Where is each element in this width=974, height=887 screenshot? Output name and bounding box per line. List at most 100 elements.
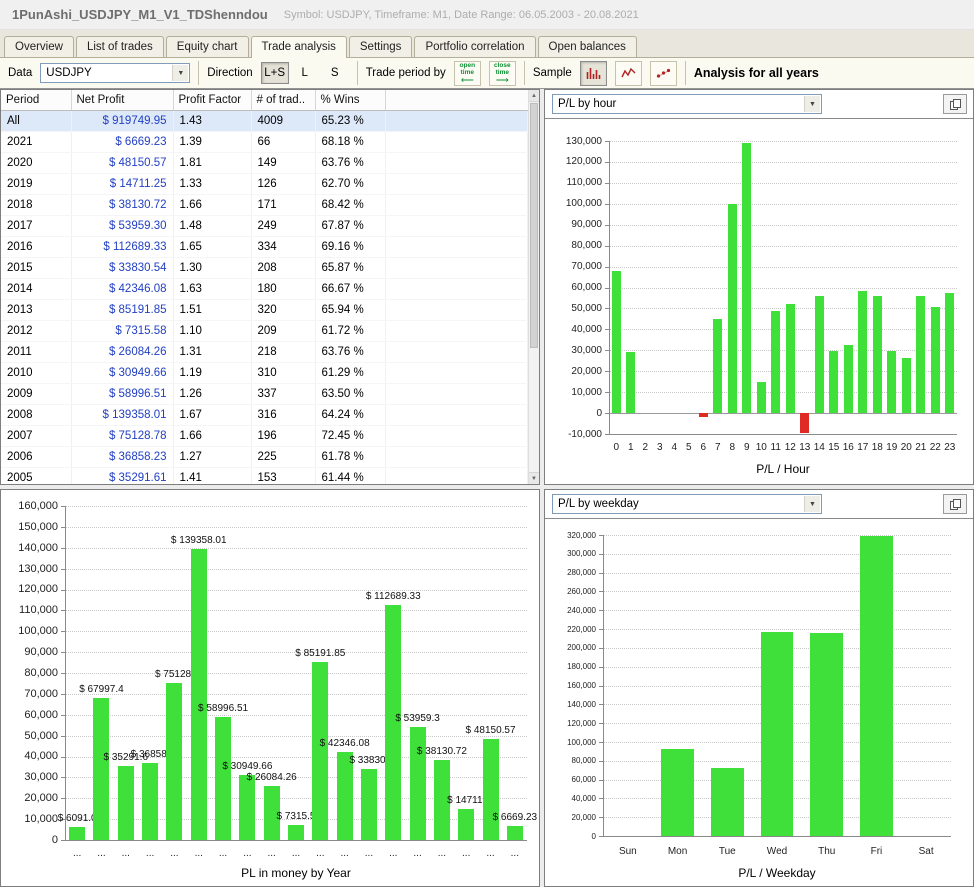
- chevron-down-icon[interactable]: ▼: [804, 96, 820, 112]
- y-axis-label: 120,000: [18, 583, 58, 596]
- scroll-down-icon[interactable]: ▼: [529, 472, 539, 484]
- y-axis-label: 300,000: [567, 549, 596, 559]
- x-axis-title: P/L / Weekday: [738, 866, 816, 880]
- sample-all-button[interactable]: [579, 60, 607, 86]
- tab-trade-analysis[interactable]: Trade analysis: [250, 36, 347, 58]
- chevron-down-icon[interactable]: ▼: [172, 65, 189, 81]
- tab-equity-chart[interactable]: Equity chart: [165, 36, 249, 57]
- column-header--wins[interactable]: % Wins: [315, 90, 386, 111]
- data-symbol-dropdown[interactable]: USDJPY ▼: [40, 63, 191, 83]
- table-row[interactable]: 2010 $ 30949.66 1.19 310 61.29 %: [1, 362, 528, 384]
- table-scrollbar[interactable]: ▲ ▼: [528, 90, 539, 484]
- column-header-profit-factor[interactable]: Profit Factor: [173, 90, 252, 111]
- column-header--of-trad-[interactable]: # of trad..: [251, 90, 316, 111]
- cell-filler: [385, 446, 528, 468]
- table-row[interactable]: 2013 $ 85191.85 1.51 320 65.94 %: [1, 299, 528, 321]
- copy-chart-button[interactable]: [943, 494, 967, 514]
- table-row[interactable]: 2016 $ 112689.33 1.65 334 69.16 %: [1, 236, 528, 258]
- cell: 196: [251, 425, 316, 447]
- tab-settings[interactable]: Settings: [348, 36, 413, 57]
- cell: $ 6669.23: [71, 131, 174, 153]
- sample-positions-button[interactable]: [649, 60, 677, 86]
- x-axis-label: 21: [915, 442, 927, 453]
- x-axis-label: 18: [871, 442, 883, 453]
- table-row[interactable]: 2007 $ 75128.78 1.66 196 72.45 %: [1, 425, 528, 447]
- y-axis-label: 20,000: [24, 792, 58, 805]
- tab-bar: Overview List of trades Equity chart Trade …: [0, 30, 974, 58]
- table-row[interactable]: 2020 $ 48150.57 1.81 149 63.76 %: [1, 152, 528, 174]
- y-axis-label: 40,000: [24, 750, 58, 763]
- cell: 2010: [1, 362, 72, 384]
- tab-overview[interactable]: Overview: [4, 36, 74, 57]
- table-row[interactable]: 2017 $ 53959.30 1.48 249 67.87 %: [1, 215, 528, 237]
- gridline: [65, 506, 527, 507]
- table-row[interactable]: 2015 $ 33830.54 1.30 208 65.87 %: [1, 257, 528, 279]
- cell: 63.50 %: [315, 383, 386, 405]
- cell: 1.39: [173, 131, 252, 153]
- bar: [482, 739, 499, 840]
- open-time-button[interactable]: open time ⟵: [453, 60, 481, 86]
- sample-line-button[interactable]: [614, 60, 642, 86]
- direction-option-l[interactable]: L: [291, 62, 319, 84]
- gridline: [603, 629, 951, 631]
- cell: $ 139358.01: [71, 404, 174, 426]
- x-axis-label: 20: [900, 442, 912, 453]
- cell: 1.27: [173, 446, 252, 468]
- cell: 149: [251, 152, 316, 174]
- table-row[interactable]: 2012 $ 7315.58 1.10 209 61.72 %: [1, 320, 528, 342]
- x-axis-label: 17: [857, 442, 869, 453]
- tab-list-of-trades[interactable]: List of trades: [75, 36, 164, 57]
- table-row[interactable]: 2019 $ 14711.25 1.33 126 62.70 %: [1, 173, 528, 195]
- close-time-button[interactable]: close time ⟶: [488, 60, 516, 86]
- column-header-net-profit[interactable]: Net Profit: [71, 90, 174, 111]
- x-axis-label: ...: [291, 848, 301, 859]
- gridline: [609, 141, 957, 142]
- table-row[interactable]: 2011 $ 26084.26 1.31 218 63.76 %: [1, 341, 528, 363]
- x-axis-label: ...: [243, 848, 252, 859]
- cell: 1.26: [173, 383, 252, 405]
- scrollbar-thumb[interactable]: [530, 103, 538, 348]
- chevron-down-icon[interactable]: ▼: [804, 496, 820, 512]
- table-row[interactable]: 2014 $ 42346.08 1.63 180 66.67 %: [1, 278, 528, 300]
- table-row[interactable]: All $ 919749.95 1.43 4009 65.23 %: [1, 110, 528, 132]
- table-row[interactable]: 2021 $ 6669.23 1.39 66 68.18 %: [1, 131, 528, 153]
- direction-option-l-s[interactable]: L+S: [260, 62, 289, 84]
- weekday-chart-selector[interactable]: P/L by weekday ▼: [552, 494, 822, 514]
- data-label: Data: [8, 67, 33, 79]
- close-time-icon: close: [494, 61, 511, 69]
- x-axis-label: ...: [170, 848, 179, 859]
- x-axis-label: 11: [770, 442, 781, 453]
- table-row[interactable]: 2018 $ 38130.72 1.66 171 68.42 %: [1, 194, 528, 216]
- x-axis-line: [65, 840, 527, 841]
- cell-filler: [385, 257, 528, 279]
- gridline: [65, 610, 527, 612]
- direction-option-s[interactable]: S: [321, 62, 349, 84]
- x-axis-label: ...: [437, 848, 447, 859]
- scroll-up-icon[interactable]: ▲: [529, 90, 539, 102]
- cell: 180: [251, 278, 316, 300]
- tab-portfolio-correlation[interactable]: Portfolio correlation: [414, 36, 536, 57]
- table-row[interactable]: 2006 $ 36858.23 1.27 225 61.78 %: [1, 446, 528, 468]
- cell: 2016: [1, 236, 72, 258]
- table-row[interactable]: 2009 $ 58996.51 1.26 337 63.50 %: [1, 383, 528, 405]
- hour-chart-selector[interactable]: P/L by hour ▼: [552, 94, 822, 114]
- table-header-row: Period Net Profit Profit Factor # of trad..…: [1, 90, 528, 111]
- y-axis-label: 180,000: [567, 662, 596, 672]
- cell: 2021: [1, 131, 72, 153]
- bar-value-label: $ 58996.51: [198, 702, 249, 714]
- y-axis-label: 70,000: [571, 261, 602, 273]
- gridline: [609, 308, 957, 310]
- cell: 316: [251, 404, 316, 426]
- cell: 337: [251, 383, 316, 405]
- cell: 68.42 %: [315, 194, 386, 216]
- table-row[interactable]: 2008 $ 139358.01 1.67 316 64.24 %: [1, 404, 528, 426]
- x-axis-label: Tue: [718, 846, 736, 857]
- y-axis-label: 0: [596, 407, 602, 419]
- gridline: [603, 553, 951, 555]
- tab-open-balances[interactable]: Open balances: [537, 36, 637, 57]
- column-header-period[interactable]: Period: [1, 90, 72, 111]
- table-row[interactable]: 2005 $ 35291.61 1.41 153 61.44 %: [1, 467, 528, 484]
- bar-value-label: $ 6669.23: [492, 812, 538, 824]
- copy-chart-button[interactable]: [943, 94, 967, 114]
- x-axis-label: 4: [671, 442, 678, 453]
